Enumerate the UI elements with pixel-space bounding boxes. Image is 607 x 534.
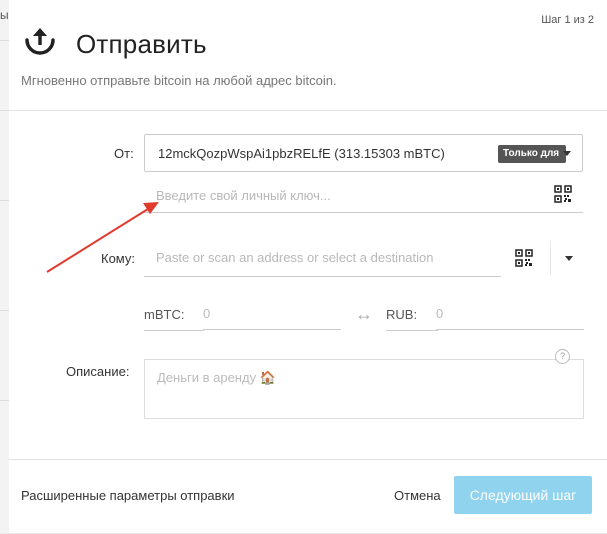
description-textarea[interactable] (144, 359, 584, 419)
description-label: Описание: (66, 364, 130, 379)
upload-icon (25, 28, 55, 55)
swap-arrows-icon: ↔ (355, 304, 373, 324)
from-account-value: 12mckQozpWspAi1pbzRELfE (313.15303 mBTC) (158, 146, 445, 161)
private-key-input[interactable] (144, 178, 583, 213)
qr-code-icon[interactable] (554, 185, 572, 203)
modal-header: Шаг 1 из 2 Отправить Мгновенно отправьте… (9, 0, 607, 111)
modal-subtitle: Мгновенно отправьте bitcoin на любой адр… (21, 73, 337, 88)
destination-address-input[interactable] (144, 239, 501, 277)
help-circle-icon[interactable]: ? (555, 349, 570, 364)
to-label: Кому: (101, 251, 135, 266)
step-indicator: Шаг 1 из 2 (541, 14, 594, 26)
scan-qr-button[interactable] (509, 241, 539, 275)
from-account-select[interactable]: 12mckQozpWspAi1pbzRELfE (313.15303 mBTC)… (144, 134, 583, 172)
from-label: От: (114, 146, 134, 161)
divider (0, 40, 9, 41)
send-bitcoin-modal: Шаг 1 из 2 Отправить Мгновенно отправьте… (9, 0, 607, 533)
modal-footer: Расширенные параметры отправки Отмена Сл… (9, 459, 607, 534)
divider (0, 200, 9, 201)
mbtc-label: mBTC: (144, 307, 185, 322)
advanced-send-options-link[interactable]: Расширенные параметры отправки (21, 488, 235, 503)
divider (0, 310, 9, 311)
field-underline (386, 330, 438, 331)
chevron-down-icon (565, 256, 573, 261)
rub-amount-input[interactable] (436, 298, 584, 330)
divider (0, 400, 9, 401)
chevron-down-icon (563, 151, 571, 156)
destination-dropdown-button[interactable] (550, 241, 585, 275)
modal-title: Отправить (76, 29, 207, 59)
rub-label: RUB: (386, 307, 418, 322)
background-text-fragment: ы (0, 8, 9, 22)
cancel-button[interactable]: Отмена (394, 488, 441, 503)
next-step-button[interactable]: Следующий шаг (454, 476, 592, 514)
qr-code-icon (515, 249, 533, 267)
field-underline (144, 330, 204, 331)
watch-only-badge: Только для (498, 145, 566, 163)
divider (0, 110, 9, 111)
mbtc-amount-input[interactable] (203, 298, 341, 330)
